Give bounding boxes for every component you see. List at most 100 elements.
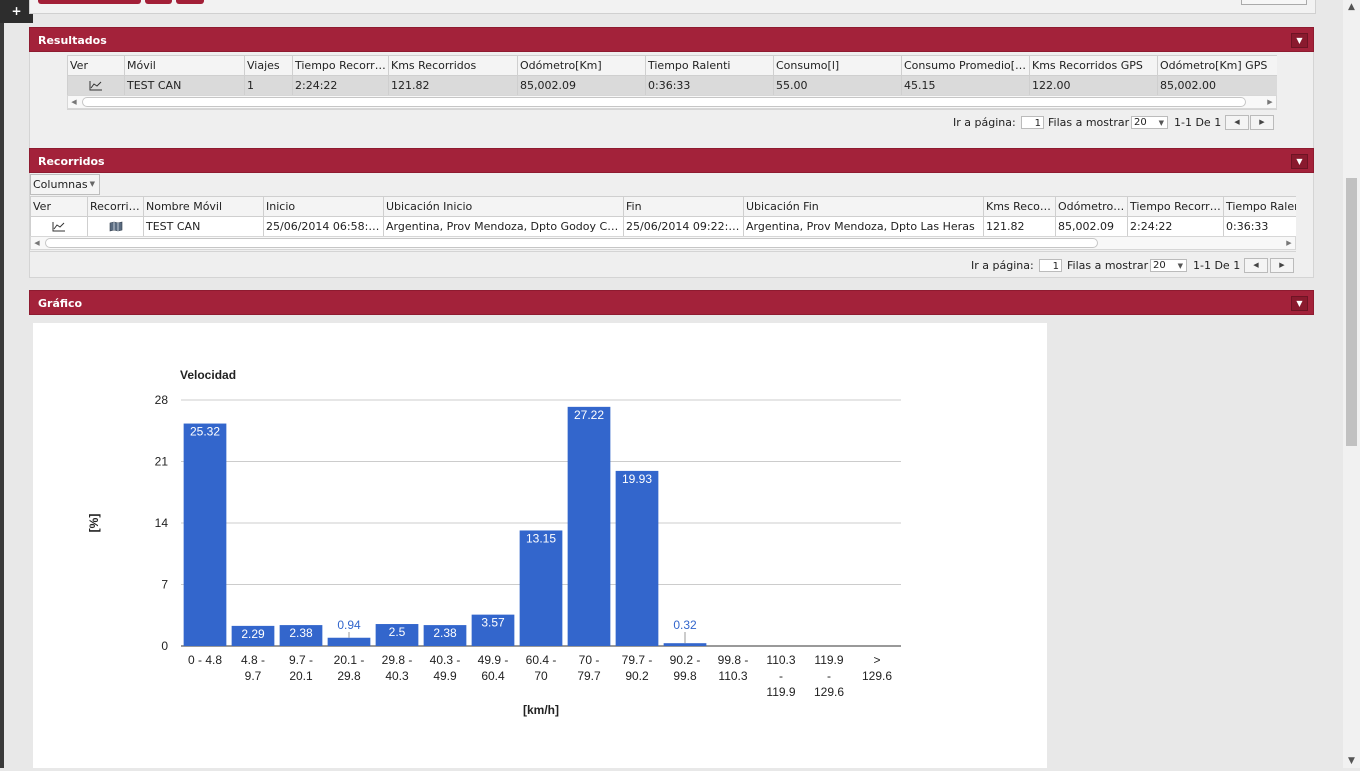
next-page-icon[interactable]: ▶ (1270, 258, 1294, 273)
col-header-consumo-promedio[interactable]: Consumo Promedio[l/… (901, 55, 1030, 76)
x-tick-label: 79.7 - (622, 653, 653, 667)
cell-fin: 25/06/2014 09:22:47 (623, 216, 744, 236)
cell-kms-gps: 122.00 (1029, 75, 1158, 95)
toolbar-button-2[interactable] (145, 0, 172, 4)
results-panel-title: Resultados (38, 34, 107, 47)
prev-page-icon[interactable]: ◀ (1244, 258, 1268, 273)
col-header-odometro[interactable]: Odómetro[… (1055, 196, 1128, 217)
x-tick-label: 70 (534, 669, 548, 683)
routes-panel-title: Recorridos (38, 155, 105, 168)
rows-per-page-select[interactable]: 20 ▼ (1131, 116, 1168, 129)
cell-tiempo-ralenti: 0:36:33 (1223, 216, 1296, 236)
rows-per-page-value: 20 (1134, 117, 1147, 128)
results-collapse-icon[interactable]: ▼ (1291, 33, 1308, 48)
data-label: 0.32 (673, 618, 697, 632)
x-tick-label: 49.9 (433, 669, 457, 683)
cell-kms-recorridos: 121.82 (983, 216, 1056, 236)
col-header-ver[interactable]: Ver (67, 55, 125, 76)
y-tick-label: 0 (161, 639, 168, 653)
x-tick-label: 110.3 (718, 669, 747, 683)
cell-ubicacion-inicio: Argentina, Prov Mendoza, Dpto Godoy Cruz (383, 216, 624, 236)
page-number-input[interactable]: 1 (1039, 259, 1062, 272)
rows-per-page-value: 20 (1153, 260, 1166, 271)
chart-collapse-icon[interactable]: ▼ (1291, 296, 1308, 311)
chart-panel-header[interactable]: Gráfico ▼ (29, 290, 1314, 315)
toolbar-right-field[interactable] (1241, 0, 1307, 5)
col-header-ubicacion-fin[interactable]: Ubicación Fin (743, 196, 984, 217)
scroll-right-icon[interactable]: ▶ (1283, 237, 1295, 249)
results-panel-header[interactable]: Resultados ▼ (29, 27, 1314, 52)
prev-page-icon[interactable]: ◀ (1225, 115, 1249, 130)
rows-per-page-select[interactable]: 20 ▼ (1150, 259, 1187, 272)
col-header-consumo[interactable]: Consumo[l] (773, 55, 902, 76)
col-header-ver[interactable]: Ver (30, 196, 88, 217)
routes-pager: Ir a página: 1 Filas a mostrar 20 ▼ 1-1 D… (30, 257, 1296, 275)
routes-collapse-icon[interactable]: ▼ (1291, 154, 1308, 169)
routes-horizontal-scrollbar[interactable]: ◀ ▶ (30, 236, 1296, 250)
cell-odometro: 85,002.09 (517, 75, 646, 95)
data-label: 2.38 (433, 626, 457, 640)
table-row[interactable]: TEST CAN 1 2:24:22 121.82 85,002.09 0:36… (67, 75, 1277, 95)
data-label: 25.32 (190, 425, 220, 439)
col-header-kms-recorridos[interactable]: Kms Recor… (983, 196, 1056, 217)
col-header-odometro[interactable]: Odómetro[Km] (517, 55, 646, 76)
page-vertical-scrollbar[interactable]: ▲ ▼ (1343, 0, 1360, 768)
scroll-up-icon[interactable]: ▲ (1343, 0, 1360, 14)
scroll-down-icon[interactable]: ▼ (1343, 754, 1360, 768)
x-tick-label: 40.3 (385, 669, 409, 683)
cell-tiempo-recorrido: 2:24:22 (1127, 216, 1224, 236)
cell-movil: TEST CAN (124, 75, 245, 95)
map-icon[interactable] (87, 216, 144, 236)
results-scroll-thumb[interactable] (82, 97, 1246, 107)
scroll-right-icon[interactable]: ▶ (1264, 96, 1276, 108)
col-header-movil[interactable]: Móvil (124, 55, 245, 76)
col-header-nombre-movil[interactable]: Nombre Móvil (143, 196, 264, 217)
col-header-tiempo-recorrido[interactable]: Tiempo Recorri… (292, 55, 389, 76)
chart-panel: Gráfico ▼ (29, 290, 1314, 315)
col-header-tiempo-recorrido[interactable]: Tiempo Recorri… (1127, 196, 1224, 217)
cell-odometro-gps: 85,002.00 (1157, 75, 1277, 95)
results-horizontal-scrollbar[interactable]: ◀ ▶ (67, 95, 1277, 109)
top-toolbar (29, 0, 1316, 14)
col-header-odometro-gps[interactable]: Odómetro[Km] GPS (1157, 55, 1277, 76)
chevron-down-icon: ▼ (89, 180, 95, 188)
y-tick-label: 21 (155, 455, 169, 469)
table-row[interactable]: TEST CAN 25/06/2014 06:58:25 Argentina, … (30, 216, 1296, 236)
data-label: 0.94 (337, 618, 361, 632)
rows-to-show-label: Filas a mostrar (1067, 259, 1149, 272)
col-header-inicio[interactable]: Inicio (263, 196, 384, 217)
x-tick-label: 0 - 4.8 (188, 653, 222, 667)
col-header-kms-recorridos[interactable]: Kms Recorridos (388, 55, 518, 76)
x-tick-label: 4.8 - (241, 653, 265, 667)
view-chart-icon[interactable] (30, 216, 88, 236)
view-chart-icon[interactable] (67, 75, 125, 95)
toolbar-button-3[interactable] (176, 0, 204, 4)
data-label: 2.5 (389, 625, 406, 639)
col-header-ubicacion-inicio[interactable]: Ubicación Inicio (383, 196, 624, 217)
col-header-kms-gps[interactable]: Kms Recorridos GPS (1029, 55, 1158, 76)
col-header-recorrido[interactable]: Recorrido (87, 196, 144, 217)
col-header-tiempo-ralenti[interactable]: Tiempo Ralenti (645, 55, 774, 76)
routes-grid: Ver Recorrido Nombre Móvil Inicio Ubicac… (30, 196, 1296, 236)
columns-dropdown-button[interactable]: Columnas ▼ (30, 174, 100, 195)
x-tick-label: > (873, 653, 880, 667)
col-header-viajes[interactable]: Viajes (244, 55, 293, 76)
toolbar-primary-button[interactable] (38, 0, 141, 4)
routes-panel-header[interactable]: Recorridos ▼ (29, 148, 1314, 173)
col-header-tiempo-ralenti[interactable]: Tiempo Ralen (1223, 196, 1296, 217)
scroll-left-icon[interactable]: ◀ (31, 237, 43, 249)
cell-tiempo-recorrido: 2:24:22 (292, 75, 389, 95)
routes-scroll-thumb[interactable] (45, 238, 1098, 248)
x-tick-label: 70 - (579, 653, 600, 667)
page-scroll-thumb[interactable] (1346, 178, 1357, 446)
page-number-input[interactable]: 1 (1021, 116, 1044, 129)
data-label: 2.38 (289, 626, 313, 640)
routes-panel: Recorridos ▼ Columnas ▼ Ver Recorrido No… (29, 148, 1314, 278)
page-range-text: 1-1 De 1 (1193, 259, 1241, 272)
col-header-fin[interactable]: Fin (623, 196, 744, 217)
results-panel-body: Ver Móvil Viajes Tiempo Recorri… Kms Rec… (29, 52, 1314, 160)
scroll-left-icon[interactable]: ◀ (68, 96, 80, 108)
x-tick-label: 49.9 - (478, 653, 509, 667)
chart-panel-title: Gráfico (38, 297, 83, 310)
next-page-icon[interactable]: ▶ (1250, 115, 1274, 130)
